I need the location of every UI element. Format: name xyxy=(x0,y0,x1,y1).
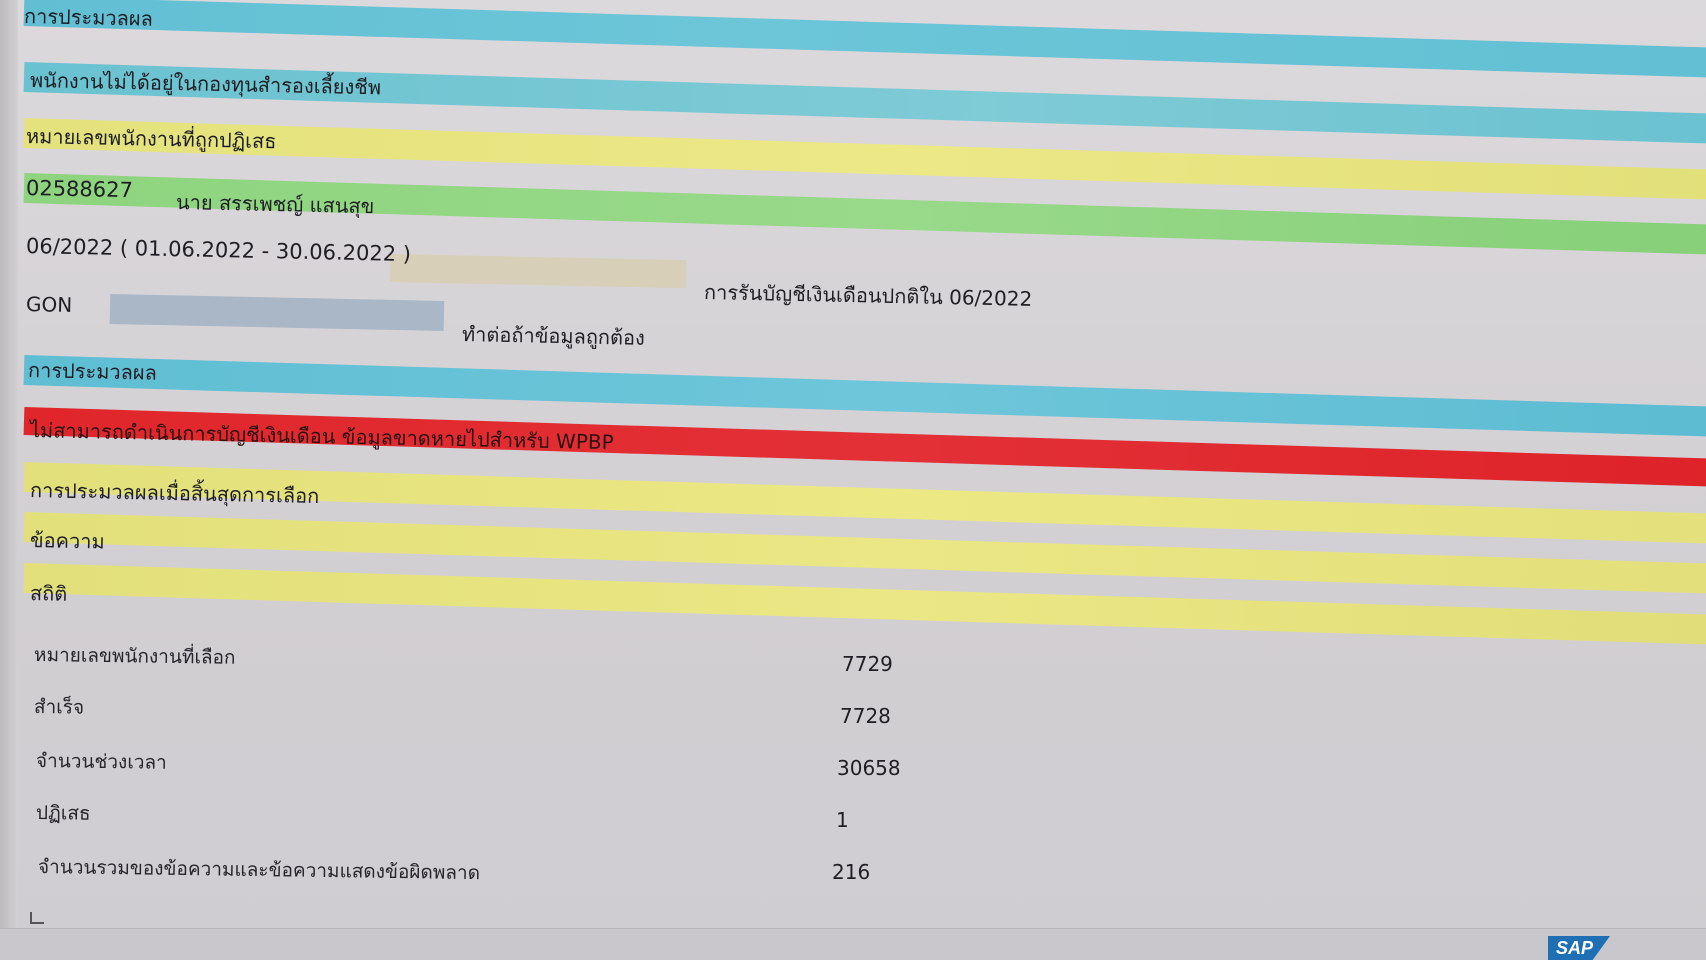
gon-label: GON xyxy=(25,292,73,317)
employee-name: นาย สรรเพชญ์ แสนสุข xyxy=(175,190,375,219)
stat-value-rejected: 1 xyxy=(836,808,849,832)
stat-label-rejected: ปฏิเสธ xyxy=(35,802,91,825)
period-chip xyxy=(389,254,687,289)
gon-value-field xyxy=(109,294,445,331)
list-end-marker xyxy=(30,912,44,924)
period-note: การรันบัญชีเงินเดือนปกติใน 06/2022 xyxy=(703,280,1033,311)
stat-value-success: 7728 xyxy=(840,704,891,728)
processing-heading-2: การประมวลผล xyxy=(27,358,158,385)
stat-label-success: สำเร็จ xyxy=(33,696,85,719)
stat-label-periods: จำนวนช่วงเวลา xyxy=(35,750,167,774)
header-bar xyxy=(23,0,1706,80)
stat-value-selected: 7729 xyxy=(842,652,893,676)
stat-label-total-messages: จำนวนรวมของข้อความและข้อความแสดงข้อผิดพล… xyxy=(37,856,481,885)
statistics-heading: สถิติ xyxy=(29,581,68,606)
stat-label-selected: หมายเลขพนักงานที่เลือก xyxy=(33,644,236,669)
payroll-log-screen: การประมวลผล พนักงานไม่ได้อยู่ในกองทุนสำร… xyxy=(0,0,1706,960)
continue-note: ทำต่อถ้าข้อมูลถูกต้อง xyxy=(461,322,646,350)
stat-value-periods: 30658 xyxy=(837,756,901,780)
window-left-edge xyxy=(0,0,18,960)
stat-value-total-messages: 216 xyxy=(832,860,871,884)
not-in-fund-message: พนักงานไม่ได้อยู่ในกองทุนสำรองเลี้ยงชีพ xyxy=(29,68,382,100)
error-message: ไม่สามารถดำเนินการบัญชีเงินเดือน ข้อมูลข… xyxy=(29,418,614,455)
payroll-period: 06/2022 ( 01.06.2022 - 30.06.2022 ) xyxy=(25,234,412,267)
rejected-ids-heading: หมายเลขพนักงานที่ถูกปฏิเสธ xyxy=(25,124,277,154)
messages-heading: ข้อความ xyxy=(29,528,105,554)
processing-heading: การประมวลผล xyxy=(23,4,154,31)
employee-id: 02588627 xyxy=(25,176,134,203)
end-selection-heading: การประมวลผลเมื่อสิ้นสุดการเลือก xyxy=(29,478,320,509)
status-bar xyxy=(0,928,1706,960)
